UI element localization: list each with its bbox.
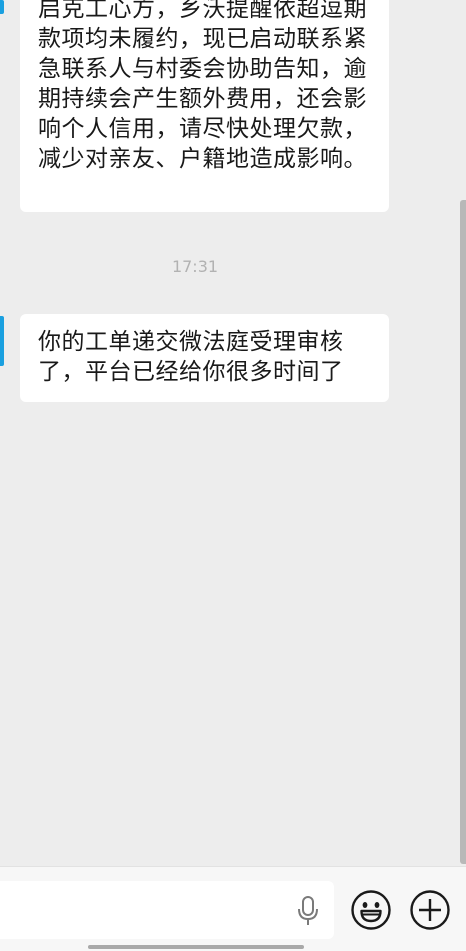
chat-message-list[interactable]: 启克工心方，乡沃提醒依超逗期款项均未履约，现已启动联系紧急联系人与村委会协助告知… bbox=[0, 0, 466, 866]
message-timestamp: 17:31 bbox=[171, 257, 219, 276]
sender-avatar[interactable] bbox=[0, 316, 4, 366]
chat-input-bar bbox=[0, 866, 466, 951]
plus-circle-icon[interactable] bbox=[409, 889, 451, 931]
message-text: 你的工单递交微法庭受理审核了，平台已经给你很多时间了 bbox=[38, 329, 344, 385]
microphone-icon[interactable] bbox=[296, 896, 320, 926]
chat-scrollbar[interactable] bbox=[460, 200, 466, 864]
smiley-icon[interactable] bbox=[350, 889, 392, 931]
message-input[interactable] bbox=[0, 881, 334, 939]
home-indicator[interactable] bbox=[88, 945, 304, 949]
sender-avatar[interactable] bbox=[0, 0, 4, 14]
received-message-bubble[interactable]: 启克工心方，乡沃提醒依超逗期款项均未履约，现已启动联系紧急联系人与村委会协助告知… bbox=[20, 0, 389, 212]
received-message-bubble[interactable]: 你的工单递交微法庭受理审核了，平台已经给你很多时间了 bbox=[20, 314, 389, 402]
message-text: 启克工心方，乡沃提醒依超逗期款项均未履约，现已启动联系紧急联系人与村委会协助告知… bbox=[38, 0, 367, 172]
